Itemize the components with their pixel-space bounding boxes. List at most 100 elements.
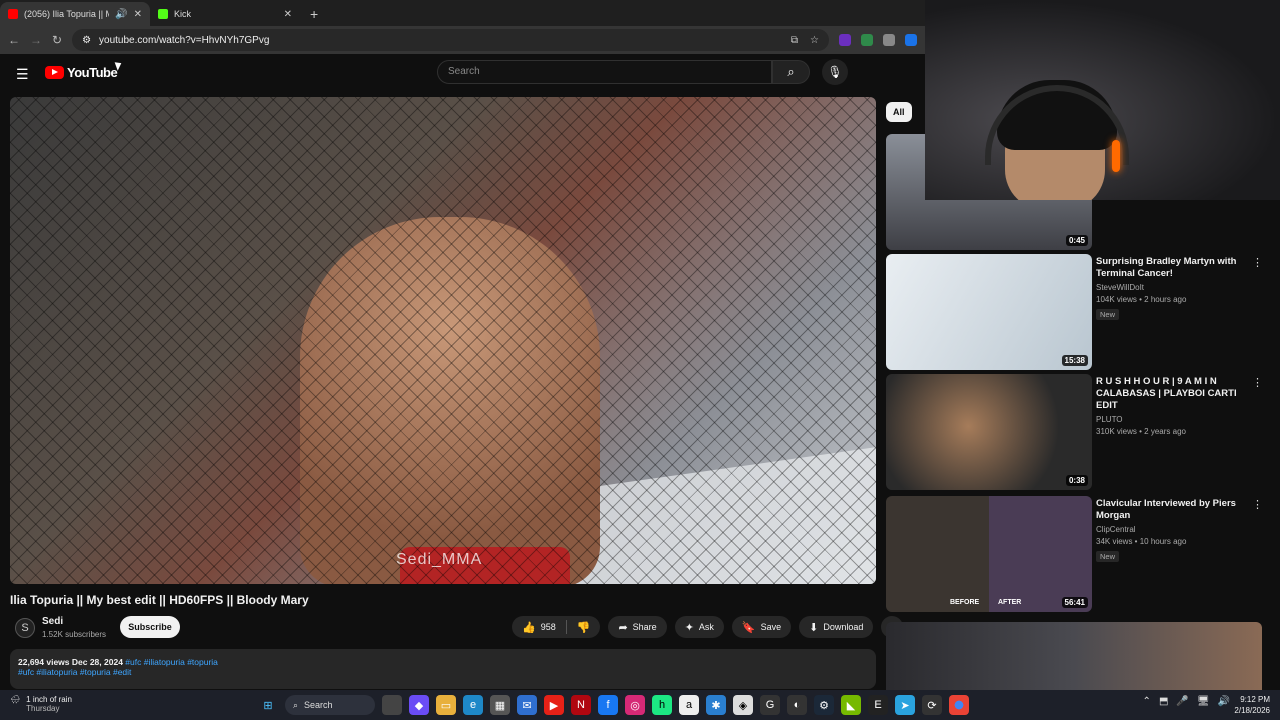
channel-avatar[interactable]: S (15, 618, 35, 638)
bookmark-star-icon[interactable]: ☆ (810, 35, 819, 46)
instagram-icon[interactable]: ◎ (625, 695, 645, 715)
video-thumbnail[interactable]: 0:38 (886, 374, 1092, 490)
like-button[interactable]: 👍 958 (512, 616, 566, 638)
chip-all[interactable]: All (886, 102, 912, 122)
weather-widget[interactable]: 🌧 1 inch of rain Thursday (10, 695, 72, 713)
copilot-icon[interactable]: ◆ (409, 695, 429, 715)
search-input[interactable]: Search (437, 60, 772, 84)
file-explorer-icon[interactable]: ▭ (436, 695, 456, 715)
install-app-icon[interactable]: ⧉ (791, 35, 798, 46)
share-label: Share (632, 622, 657, 632)
youtube-favicon-icon (8, 9, 18, 19)
more-options-icon[interactable]: ⋮ (1252, 498, 1263, 511)
edge-icon[interactable]: e (463, 695, 483, 715)
duration-badge: 56:41 (1061, 597, 1088, 608)
network-icon[interactable]: 🖥 (1197, 696, 1210, 707)
search-label: Search (304, 700, 333, 710)
recommendation-channel[interactable]: SteveWillDoIt (1096, 283, 1246, 292)
channel-row: S Sedi 1.52K subscribers Subscribe 👍 958 … (10, 614, 904, 644)
chevron-up-icon[interactable]: ⌃ (1143, 696, 1151, 707)
windows-start-icon[interactable]: ⊞ (258, 695, 278, 715)
video-thumbnail[interactable]: BEFORE AFTER 56:41 (886, 496, 1092, 612)
hashtags-line[interactable]: #ufc #iliatopuria #topuria #edit (18, 667, 868, 677)
epic-games-icon[interactable]: E (868, 695, 888, 715)
app-icon[interactable]: ◐ (787, 695, 807, 715)
forward-icon[interactable]: → (30, 33, 42, 47)
recommendation-title[interactable]: Clavicular Interviewed by Piers Morgan (1096, 498, 1246, 522)
share-button[interactable]: ➦ Share (608, 616, 667, 638)
reload-icon[interactable]: ↻ (52, 33, 62, 47)
site-info-icon[interactable]: ⚙ (82, 35, 91, 46)
recommendation-item[interactable]: 0:38 R U S H H O U R | 9 A M I N CALABAS… (886, 374, 1276, 492)
search-icon: ⌕ (787, 64, 795, 79)
browser-tab-youtube[interactable]: (2056) Ilia Topuria || My bes 🔊 ✕ (0, 2, 150, 26)
kick-extension-icon[interactable] (839, 34, 851, 46)
volume-icon[interactable]: 🔊 (1218, 696, 1230, 707)
extension-icon[interactable] (861, 34, 873, 46)
bookmark-icon: 🔖 (741, 621, 756, 634)
thumbnail-overlay-text: BEFORE (950, 599, 980, 606)
recommendation-channel[interactable]: ClipCentral (1096, 525, 1246, 534)
more-options-icon[interactable]: ⋮ (1252, 376, 1263, 389)
recommendation-item[interactable]: 15:38 Surprising Bradley Martyn with Ter… (886, 254, 1276, 372)
voice-search-button[interactable]: 🎙 (822, 59, 848, 85)
audio-icon[interactable]: 🔊 (115, 9, 127, 20)
new-tab-button[interactable]: + (300, 6, 328, 26)
browser-tab-kick[interactable]: Kick ✕ (150, 2, 300, 26)
chrome-icon[interactable] (949, 695, 969, 715)
recommendation-channel[interactable]: PLUTO (1096, 415, 1246, 424)
recommendation-title[interactable]: R U S H H O U R | 9 A M I N CALABASAS | … (1096, 376, 1246, 412)
download-label: Download (823, 622, 864, 632)
store-icon[interactable]: ▦ (490, 695, 510, 715)
ask-button[interactable]: ✦ Ask (674, 616, 724, 638)
hulu-icon[interactable]: h (652, 695, 672, 715)
amazon-icon[interactable]: a (679, 695, 699, 715)
netflix-icon[interactable]: N (571, 695, 591, 715)
mail-icon[interactable]: ✉ (517, 695, 537, 715)
app-icon[interactable]: ✱ (706, 695, 726, 715)
telegram-icon[interactable]: ➤ (895, 695, 915, 715)
nvidia-icon[interactable]: ◣ (841, 695, 861, 715)
download-icon: ⬇ (809, 621, 819, 634)
menu-icon[interactable]: ☰ (16, 66, 29, 83)
back-icon[interactable]: ← (8, 33, 20, 47)
video-description[interactable]: 22,694 views Dec 28, 2024 #ufc #iliatopu… (10, 649, 876, 689)
subscribe-button[interactable]: Subscribe (120, 616, 180, 638)
video-thumbnail[interactable] (886, 622, 1262, 690)
save-button[interactable]: 🔖 Save (731, 616, 792, 638)
taskbar-search[interactable]: ⌕ Search (285, 695, 375, 715)
download-button[interactable]: ⬇ Download (799, 616, 874, 638)
steam-icon[interactable]: ⚙ (814, 695, 834, 715)
microphone-icon[interactable]: 🎤 (1176, 696, 1188, 707)
close-tab-icon[interactable]: ✕ (284, 9, 292, 20)
hashtags-line[interactable]: #ufc #iliatopuria #topuria (125, 657, 218, 667)
recommendation-title[interactable]: Surprising Bradley Martyn with Terminal … (1096, 256, 1246, 280)
app-icon[interactable]: G (760, 695, 780, 715)
youtube-play-icon (45, 66, 64, 79)
facebook-icon[interactable]: f (598, 695, 618, 715)
task-view-icon[interactable] (382, 695, 402, 715)
tray-app-icon[interactable]: ⬒ (1159, 696, 1168, 707)
system-clock[interactable]: 9:12 PM 2/18/2026 (1234, 694, 1270, 716)
kick-favicon-icon (158, 9, 168, 19)
youtube-icon[interactable]: ▶ (544, 695, 564, 715)
youtube-header: ☰ YouTube Search ⌕ 🎙 (0, 54, 925, 92)
close-tab-icon[interactable]: ✕ (134, 9, 142, 20)
weather-day: Thursday (26, 704, 60, 713)
channel-name[interactable]: Sedi (42, 616, 63, 627)
app-icon[interactable]: ⟳ (922, 695, 942, 715)
url-text[interactable]: youtube.com/watch?v=HhvNYh7GPvg (99, 35, 269, 46)
youtube-logo[interactable]: YouTube (45, 65, 118, 80)
system-tray: ⌃ ⬒ 🎤 🖥 🔊 (1143, 696, 1230, 707)
search-button[interactable]: ⌕ (772, 60, 810, 84)
address-bar[interactable]: ⚙ youtube.com/watch?v=HhvNYh7GPvg ⧉ ☆ (72, 29, 829, 51)
dislike-button[interactable]: 👎 (567, 616, 601, 638)
more-options-icon[interactable]: ⋮ (1252, 256, 1263, 269)
app-icon[interactable]: ◈ (733, 695, 753, 715)
video-player[interactable]: Sedi_MMA (10, 97, 876, 584)
extension-icon[interactable] (905, 34, 917, 46)
recommendation-item[interactable]: BEFORE AFTER 56:41 Clavicular Interviewe… (886, 496, 1276, 614)
extension-icon[interactable] (883, 34, 895, 46)
video-thumbnail[interactable]: 15:38 (886, 254, 1092, 370)
tab-title: (2056) Ilia Topuria || My bes (24, 9, 109, 19)
